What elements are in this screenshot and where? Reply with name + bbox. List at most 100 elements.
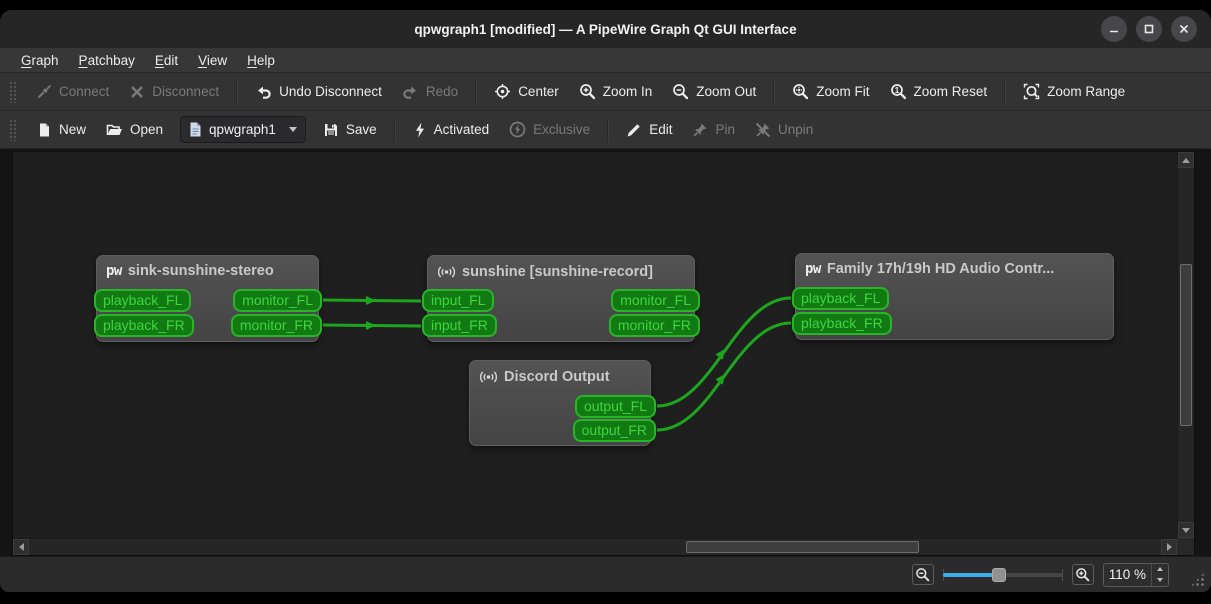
port-monitor-fr[interactable]: monitor_FR xyxy=(230,314,322,337)
node-discord-output[interactable]: Discord Output output_FL output_FR xyxy=(469,360,656,446)
edit-button[interactable]: Edit xyxy=(617,115,681,144)
redo-button[interactable]: Redo xyxy=(393,77,467,106)
zoom-fit-button[interactable]: Zoom Fit xyxy=(783,77,878,106)
window-controls xyxy=(1101,16,1197,42)
node-header: Discord Output xyxy=(470,361,650,386)
scroll-up-button[interactable] xyxy=(1178,152,1194,168)
node-sink-sunshine-stereo[interactable]: pw sink-sunshine-stereo playback_FL play… xyxy=(94,255,322,342)
new-button[interactable]: New xyxy=(27,115,95,144)
zoom-in-icon xyxy=(579,84,595,100)
scroll-down-button[interactable] xyxy=(1178,522,1194,538)
node-title: sink-sunshine-stereo xyxy=(127,263,274,279)
horizontal-scrollbar[interactable] xyxy=(13,538,1177,555)
scroll-right-button[interactable] xyxy=(1161,539,1177,555)
zoom-slider-fill xyxy=(942,572,1000,577)
minimize-button[interactable] xyxy=(1101,16,1127,42)
port-monitor-fl[interactable]: monitor_FL xyxy=(233,289,322,312)
zoom-out-button[interactable]: Zoom Out xyxy=(663,77,765,106)
port-playback-fl[interactable]: playback_FL xyxy=(94,289,192,312)
disconnect-icon xyxy=(131,85,144,98)
node-sunshine[interactable]: sunshine [sunshine-record] input_FL inpu… xyxy=(422,255,700,342)
undo-disconnect-button[interactable]: Undo Disconnect xyxy=(246,77,391,106)
desktop-background: qpwgraph1 [modified] — A PipeWire Graph … xyxy=(0,0,1211,604)
save-button[interactable]: Save xyxy=(314,115,386,144)
activated-bolt-icon xyxy=(415,122,424,137)
zoom-out-icon xyxy=(916,568,930,582)
menu-view[interactable]: View xyxy=(189,52,236,69)
open-button[interactable]: Open xyxy=(97,115,172,144)
new-file-icon xyxy=(40,123,49,136)
session-selector[interactable]: qpwgraph1 xyxy=(180,116,306,143)
zoom-percent-value[interactable]: 110 % xyxy=(1104,564,1151,586)
unpin-button[interactable]: Unpin xyxy=(746,115,822,144)
toolbar-separator xyxy=(393,117,396,142)
center-button[interactable]: Center xyxy=(485,77,568,106)
port-playback-fr[interactable]: playback_FR xyxy=(792,312,892,335)
zoom-percent-spinbox[interactable]: 110 % xyxy=(1102,562,1169,587)
menu-patchbay[interactable]: Patchbay xyxy=(70,52,144,69)
port-monitor-fr[interactable]: monitor_FR xyxy=(608,314,700,337)
node-header: pw sink-sunshine-stereo xyxy=(97,256,318,279)
broadcast-icon xyxy=(437,266,456,278)
menubar: Graph Patchbay Edit View Help xyxy=(0,48,1211,73)
node-title: Discord Output xyxy=(504,369,610,385)
titlebar[interactable]: qpwgraph1 [modified] — A PipeWire Graph … xyxy=(0,10,1211,48)
toolbar-separator xyxy=(236,79,239,104)
horizontal-scrollbar-thumb[interactable] xyxy=(686,541,919,553)
menu-graph[interactable]: Graph xyxy=(12,52,68,69)
toolbar-drag-handle[interactable] xyxy=(9,118,17,141)
toolbar-drag-handle[interactable] xyxy=(9,80,17,103)
central-area: pw sink-sunshine-stereo playback_FL play… xyxy=(0,149,1211,556)
chevron-down-icon xyxy=(288,127,297,132)
port-playback-fr[interactable]: playback_FR xyxy=(94,314,194,337)
vertical-scrollbar-thumb[interactable] xyxy=(1180,264,1192,426)
menu-help[interactable]: Help xyxy=(238,52,284,69)
port-output-fl[interactable]: output_FL xyxy=(574,395,656,418)
spin-arrows xyxy=(1151,563,1168,586)
exclusive-button[interactable]: Exclusive xyxy=(500,115,599,144)
graph-scroll-area: pw sink-sunshine-stereo playback_FL play… xyxy=(12,151,1195,556)
menu-edit[interactable]: Edit xyxy=(146,52,187,69)
wire-arrowhead xyxy=(366,296,376,305)
port-playback-fl[interactable]: playback_FL xyxy=(792,287,890,310)
zoom-slider-handle[interactable] xyxy=(992,567,1007,582)
triangle-up-icon xyxy=(1157,567,1163,571)
zoom-slider[interactable] xyxy=(942,566,1063,584)
triangle-down-icon xyxy=(1157,578,1163,582)
spin-down-button[interactable] xyxy=(1152,575,1168,586)
disconnect-button[interactable]: Disconnect xyxy=(120,77,228,106)
zoom-range-button[interactable]: Zoom Range xyxy=(1014,77,1134,106)
zoom-in-button[interactable]: Zoom In xyxy=(570,77,662,106)
node-family-hd-audio[interactable]: pw Family 17h/19h HD Audio Contr... play… xyxy=(792,253,1114,340)
patchbay-toolbar: New Open qpwgraph1 Save Activated Exclus… xyxy=(0,111,1211,149)
port-monitor-fl[interactable]: monitor_FL xyxy=(611,289,700,312)
triangle-up-icon xyxy=(1182,157,1190,163)
statusbar-zoom-out-button[interactable] xyxy=(911,564,934,585)
window-resize-grip[interactable] xyxy=(1190,572,1205,587)
vertical-scrollbar[interactable] xyxy=(1177,152,1194,538)
minimize-icon xyxy=(1110,30,1118,33)
zoom-reset-button[interactable]: 1 Zoom Reset xyxy=(881,77,997,106)
graph-toolbar: Connect Disconnect Undo Disconnect Redo … xyxy=(0,73,1211,111)
pin-icon xyxy=(693,123,707,137)
zoom-out-icon xyxy=(673,84,689,100)
statusbar-zoom-in-button[interactable] xyxy=(1071,564,1094,585)
node-header: sunshine [sunshine-record] xyxy=(428,256,694,281)
activated-button[interactable]: Activated xyxy=(404,115,499,144)
exclusive-bolt-icon xyxy=(509,121,526,138)
pin-button[interactable]: Pin xyxy=(683,115,744,144)
port-output-fr[interactable]: output_FR xyxy=(572,419,656,442)
session-name: qpwgraph1 xyxy=(209,122,276,137)
graph-canvas[interactable]: pw sink-sunshine-stereo playback_FL play… xyxy=(13,152,1177,538)
redo-icon xyxy=(403,86,416,99)
maximize-icon xyxy=(1144,24,1154,34)
scroll-left-button[interactable] xyxy=(13,539,29,555)
maximize-button[interactable] xyxy=(1136,16,1162,42)
pipewire-icon: pw xyxy=(805,261,821,277)
connect-button[interactable]: Connect xyxy=(27,77,118,106)
port-input-fl[interactable]: input_FL xyxy=(422,289,495,312)
close-button[interactable] xyxy=(1171,16,1197,42)
port-input-fr[interactable]: input_FR xyxy=(422,314,497,337)
close-icon xyxy=(1179,24,1189,34)
spin-up-button[interactable] xyxy=(1152,564,1168,575)
